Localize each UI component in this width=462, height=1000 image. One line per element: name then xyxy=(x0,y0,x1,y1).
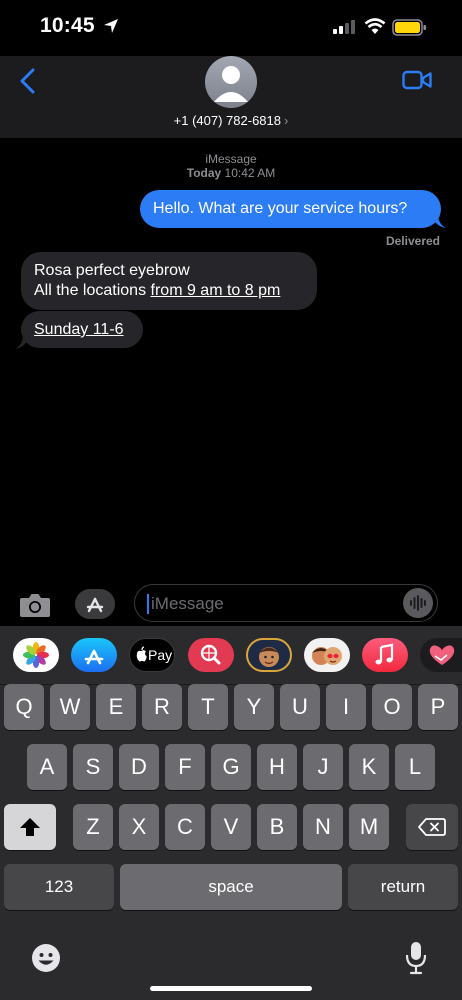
key-w[interactable]: W xyxy=(50,684,90,730)
key-o[interactable]: O xyxy=(372,684,412,730)
key-d[interactable]: D xyxy=(119,744,159,790)
home-indicator[interactable] xyxy=(150,986,312,991)
status-time: 10:45 xyxy=(40,14,95,37)
key-h[interactable]: H xyxy=(257,744,297,790)
magnifier-globe-icon xyxy=(200,644,221,665)
images-search-icon[interactable] xyxy=(188,638,234,672)
key-a[interactable]: A xyxy=(27,744,67,790)
apple-pay-icon[interactable]: Pay xyxy=(129,638,175,672)
key-z[interactable]: Z xyxy=(73,804,113,850)
key-x[interactable]: X xyxy=(119,804,159,850)
key-e[interactable]: E xyxy=(96,684,136,730)
detected-date-link[interactable]: Sunday 11-6 xyxy=(34,321,124,338)
photos-flower-icon xyxy=(23,642,49,668)
stickers-faces-icon xyxy=(312,647,342,665)
status-bar: 10:45 xyxy=(0,0,462,56)
delivered-status: Delivered xyxy=(385,234,440,248)
key-g[interactable]: G xyxy=(211,744,251,790)
key-q[interactable]: Q xyxy=(4,684,44,730)
app-store-icon[interactable] xyxy=(71,638,117,672)
conversation-header: +1 (407) 782-6818 › xyxy=(0,56,462,138)
key-v[interactable]: V xyxy=(211,804,251,850)
key-s[interactable]: S xyxy=(73,744,113,790)
message-text: Hello. What are your service hours? xyxy=(153,200,408,217)
app-store-glyph xyxy=(84,649,104,665)
heart-hand-icon xyxy=(429,645,455,665)
key-n[interactable]: N xyxy=(303,804,343,850)
key-r[interactable]: R xyxy=(142,684,182,730)
key-b[interactable]: B xyxy=(257,804,297,850)
key-i[interactable]: I xyxy=(326,684,366,730)
composer-row xyxy=(0,584,462,624)
return-key[interactable]: return xyxy=(348,864,458,910)
incoming-bubble-tail xyxy=(15,335,29,349)
outgoing-bubble-tail xyxy=(432,214,446,228)
photos-icon[interactable] xyxy=(13,638,59,672)
contact-name-button[interactable]: +1 (407) 782-6818 › xyxy=(0,113,462,128)
music-note-icon xyxy=(375,643,394,665)
app-store-icon xyxy=(86,597,104,613)
key-m[interactable]: M xyxy=(349,804,389,850)
cellular-signal-icon xyxy=(333,20,355,34)
message-input[interactable] xyxy=(149,591,403,617)
numbers-key[interactable]: 123 xyxy=(4,864,114,910)
key-t[interactable]: T xyxy=(188,684,228,730)
key-k[interactable]: K xyxy=(349,744,389,790)
memoji-icon[interactable] xyxy=(246,638,292,672)
contact-phone-number: +1 (407) 782-6818 xyxy=(173,113,281,128)
service-label: iMessage xyxy=(205,152,257,166)
delete-key[interactable] xyxy=(406,804,458,850)
digital-touch-icon[interactable] xyxy=(420,638,462,672)
space-key[interactable]: space xyxy=(120,864,342,910)
music-icon[interactable] xyxy=(362,638,408,672)
message-line-2-prefix: All the locations xyxy=(34,282,151,299)
emoji-icon[interactable] xyxy=(30,942,62,974)
shift-key[interactable] xyxy=(4,804,56,850)
shift-arrow-icon xyxy=(20,818,40,836)
waveform-icon xyxy=(410,595,426,611)
key-f[interactable]: F xyxy=(165,744,205,790)
camera-icon[interactable] xyxy=(19,592,51,618)
dictation-mic-icon[interactable] xyxy=(404,940,428,976)
message-input-field[interactable] xyxy=(134,584,438,622)
key-y[interactable]: Y xyxy=(234,684,274,730)
memoji-stickers-icon[interactable] xyxy=(304,638,350,672)
contact-avatar[interactable] xyxy=(205,56,257,108)
facetime-video-icon[interactable] xyxy=(402,70,432,90)
battery-icon xyxy=(392,19,426,36)
memoji-face-icon xyxy=(259,647,279,667)
key-u[interactable]: U xyxy=(280,684,320,730)
location-arrow-icon xyxy=(104,19,118,33)
imessage-app-drawer: Pay xyxy=(0,626,462,685)
date-label: Today xyxy=(186,166,222,180)
time-label: 10:42 AM xyxy=(224,166,276,180)
person-silhouette-icon xyxy=(214,66,248,102)
wifi-icon xyxy=(364,18,386,34)
key-p[interactable]: P xyxy=(418,684,458,730)
outgoing-message-bubble[interactable]: Hello. What are your service hours? xyxy=(140,190,441,228)
backspace-icon xyxy=(418,818,446,836)
key-l[interactable]: L xyxy=(395,744,435,790)
keyboard-bottom-bar xyxy=(0,930,462,1000)
app-store-drawer-button[interactable] xyxy=(75,589,115,619)
message-line-1: Rosa perfect eyebrow xyxy=(34,262,190,279)
key-c[interactable]: C xyxy=(165,804,205,850)
back-chevron-icon[interactable] xyxy=(18,68,38,94)
detected-time-link[interactable]: from 9 am to 8 pm xyxy=(151,282,281,299)
thread-timestamp: iMessage Today 10:42 AM xyxy=(0,152,462,180)
chevron-right-icon: › xyxy=(284,113,289,128)
incoming-message-bubble[interactable]: Rosa perfect eyebrow All the locations f… xyxy=(21,252,317,310)
audio-record-button[interactable] xyxy=(403,588,433,618)
incoming-message-bubble[interactable]: Sunday 11-6 xyxy=(21,311,143,348)
key-j[interactable]: J xyxy=(303,744,343,790)
apple-pay-label: Pay xyxy=(148,647,173,663)
